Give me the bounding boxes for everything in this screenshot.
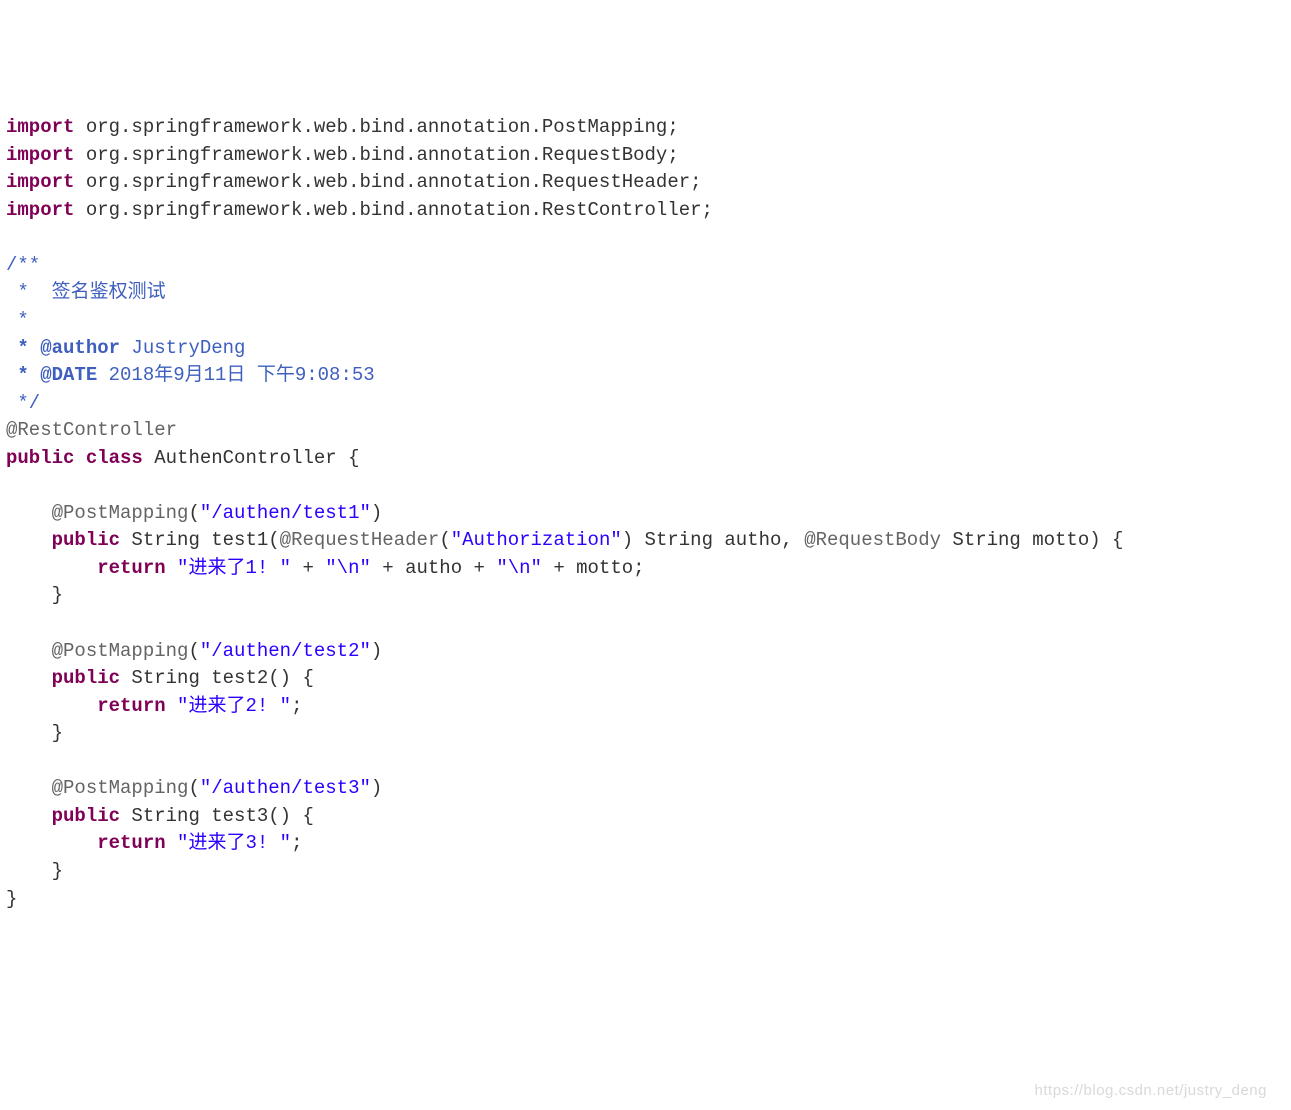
m3-semi: ; [291,832,302,854]
m1-anno-close: ) [371,502,382,524]
import-line-2: org.springframework.web.bind.annotation.… [86,144,679,166]
javadoc-close: */ [6,392,40,414]
m2-anno-close: ) [371,640,382,662]
kw-public: public [52,667,120,689]
javadoc-author-tag: * @author [6,337,120,359]
kw-return: return [97,832,165,854]
import-line-3: org.springframework.web.bind.annotation.… [86,171,702,193]
m1-rb-rest: String motto) { [941,529,1123,551]
m1-sig: String test1( [120,529,280,551]
m1-p1: + [291,557,325,579]
m1-rh-rest: String autho, [633,529,804,551]
kw-public: public [6,447,74,469]
m1-rh-open: ( [439,529,450,551]
kw-public: public [52,805,120,827]
m2-anno-open: ( [188,640,199,662]
javadoc-date-val: 2018年9月11日 下午9:08:53 [97,364,374,386]
m2-ret-str: "进来了2! " [166,695,291,717]
m2-anno: @PostMapping [52,640,189,662]
m2-semi: ; [291,695,302,717]
m1-anno-open: ( [188,502,199,524]
m3-anno-open: ( [188,777,199,799]
kw-import: import [6,116,74,138]
m2-close: } [52,722,63,744]
class-name: AuthenController { [143,447,360,469]
kw-import: import [6,171,74,193]
m1-rh-anno: @RequestHeader [280,529,440,551]
javadoc-desc: * 签名鉴权测试 [6,281,166,303]
m1-anno: @PostMapping [52,502,189,524]
m1-s3: "\n" [496,557,542,579]
m2-sig: String test2() { [120,667,314,689]
m3-anno-arg: "/authen/test3" [200,777,371,799]
m3-sig: String test3() { [120,805,314,827]
m2-anno-arg: "/authen/test2" [200,640,371,662]
m1-p3: + motto; [542,557,645,579]
m1-anno-arg: "/authen/test1" [200,502,371,524]
m1-p2: + autho + [371,557,496,579]
javadoc-author-name: JustryDeng [120,337,245,359]
kw-return: return [97,557,165,579]
class-close: } [6,888,17,910]
kw-return: return [97,695,165,717]
import-line-4: org.springframework.web.bind.annotation.… [86,199,713,221]
m1-s1: "进来了1! " [166,557,291,579]
m1-s2: "\n" [325,557,371,579]
code-block: import org.springframework.web.bind.anno… [6,114,1285,913]
m1-rh-arg: "Authorization" [451,529,622,551]
m3-anno-close: ) [371,777,382,799]
kw-class: class [86,447,143,469]
javadoc-open: /** [6,254,40,276]
kw-public: public [52,529,120,551]
watermark: https://blog.csdn.net/justry_deng [1035,1080,1267,1102]
m1-close: } [52,584,63,606]
m1-rb-anno: @RequestBody [804,529,941,551]
javadoc-date-tag: * @DATE [6,364,97,386]
m3-close: } [52,860,63,882]
m3-anno: @PostMapping [52,777,189,799]
javadoc-blank: * [6,309,29,331]
kw-import: import [6,199,74,221]
class-annotation: @RestController [6,419,177,441]
import-line-1: org.springframework.web.bind.annotation.… [86,116,679,138]
m3-ret-str: "进来了3! " [166,832,291,854]
m1-rh-close: ) [622,529,633,551]
kw-import: import [6,144,74,166]
